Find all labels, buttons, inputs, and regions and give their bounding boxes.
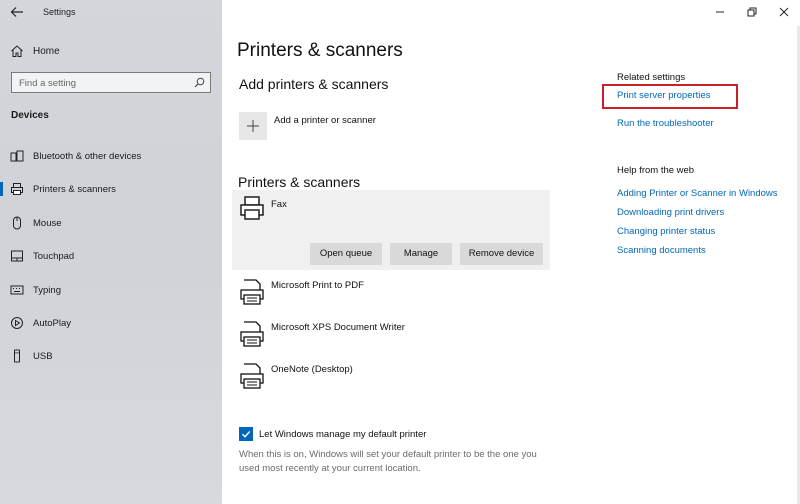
remove-device-button[interactable]: Remove device [460,243,543,265]
printer-icon [10,182,24,196]
add-printers-heading: Add printers & scanners [239,76,389,92]
fax-printer-icon [240,196,264,220]
sidebar-item-printers[interactable]: Printers & scanners [0,177,222,201]
search-box [11,72,211,93]
document-printer-icon [240,321,264,347]
open-queue-button[interactable]: Open queue [310,243,382,265]
page-title: Printers & scanners [237,40,403,61]
help-link-printer-status[interactable]: Changing printer status [617,226,715,237]
home-nav-item[interactable]: Home [10,42,210,60]
help-link-adding-printer[interactable]: Adding Printer or Scanner in Windows [617,188,778,199]
sidebar-item-typing[interactable]: Typing [0,278,222,302]
checkmark-icon [242,431,251,438]
section-label-devices: Devices [11,110,49,121]
help-link-downloading-drivers[interactable]: Downloading print drivers [617,207,724,218]
plus-icon [247,120,259,132]
restore-icon [747,7,757,17]
sidebar-item-mouse[interactable]: Mouse [0,211,222,235]
mouse-icon [10,216,24,230]
search-icon[interactable] [194,77,205,88]
keyboard-icon [10,283,24,297]
print-server-properties-link[interactable]: Print server properties [617,90,710,101]
back-button[interactable] [8,4,26,20]
minimize-icon [716,11,724,13]
run-troubleshooter-link[interactable]: Run the troubleshooter [617,118,714,129]
sidebar-item-touchpad[interactable]: Touchpad [0,244,222,268]
search-input[interactable] [12,74,187,93]
back-arrow-icon [10,7,23,17]
touchpad-icon [10,249,24,263]
sidebar-item-label: Typing [33,284,61,296]
default-printer-checkbox[interactable] [239,427,253,441]
document-printer-icon [240,363,264,389]
minimize-button[interactable] [708,4,732,20]
sidebar-item-label: Mouse [33,217,62,229]
home-icon [11,45,23,57]
bluetooth-devices-icon [10,149,24,163]
restore-button[interactable] [740,4,764,20]
default-printer-label[interactable]: Let Windows manage my default printer [259,429,426,440]
close-icon [779,7,789,17]
sidebar: Settings Home Devices Bluetooth & other … [0,0,222,504]
printer-name: Fax [271,199,287,210]
sidebar-item-label: Bluetooth & other devices [33,150,142,162]
help-from-web-heading: Help from the web [617,165,695,176]
help-link-scanning-documents[interactable]: Scanning documents [617,245,706,256]
sidebar-item-usb[interactable]: USB [0,344,222,368]
home-label: Home [33,45,60,57]
sidebar-item-bluetooth[interactable]: Bluetooth & other devices [0,144,222,168]
usb-icon [10,349,24,363]
sidebar-item-label: USB [33,350,53,362]
sidebar-item-label: AutoPlay [33,317,72,329]
title-bar: Settings [0,0,222,26]
add-printer-label[interactable]: Add a printer or scanner [274,115,376,126]
related-settings-heading: Related settings [617,72,686,83]
app-title: Settings [43,7,76,17]
sidebar-item-autoplay[interactable]: AutoPlay [0,311,222,335]
autoplay-icon [10,316,24,330]
manage-button[interactable]: Manage [390,243,452,265]
document-printer-icon [240,279,264,305]
printer-name: Microsoft Print to PDF [271,280,364,291]
printers-list-heading: Printers & scanners [238,174,361,190]
default-printer-description: When this is on, Windows will set your d… [239,449,537,474]
printer-name: Microsoft XPS Document Writer [271,322,405,333]
close-button[interactable] [772,4,796,20]
sidebar-item-label: Printers & scanners [33,183,116,195]
add-printer-button[interactable] [239,112,267,140]
sidebar-item-label: Touchpad [33,250,75,262]
printer-name: OneNote (Desktop) [271,364,353,375]
